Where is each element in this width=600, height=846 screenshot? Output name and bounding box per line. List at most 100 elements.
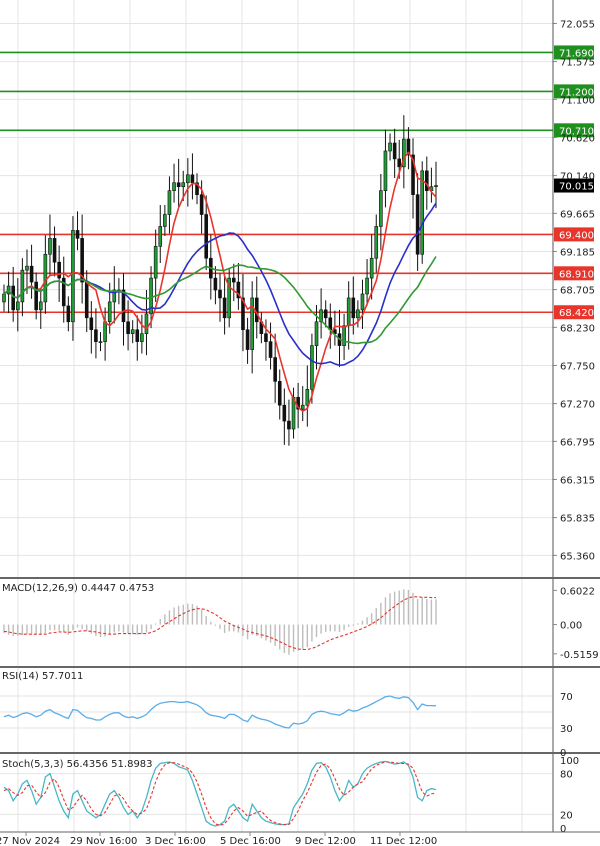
candle-body	[360, 293, 365, 311]
candle-body	[218, 289, 222, 299]
candle-body	[94, 329, 98, 342]
candle-body	[425, 170, 429, 191]
candle-body	[397, 158, 402, 168]
candle-body	[43, 253, 48, 303]
candle-body	[11, 285, 15, 311]
stoch-tick-label: 100	[560, 756, 579, 767]
rsi-tick-label: 30	[560, 724, 573, 735]
candle-body	[52, 238, 57, 263]
price-tick-label: 65.360	[560, 551, 595, 562]
time-tick-label: 11 Dec 12:00	[370, 836, 437, 846]
candle-body	[34, 281, 38, 311]
price-tick-label: 66.795	[560, 437, 595, 448]
indicator-panes: 0.60220.00-0.51597030010080200	[0, 577, 600, 835]
time-tick-label: 5 Dec 16:00	[220, 836, 281, 846]
candle-body	[158, 226, 163, 247]
macd-label: MACD(12,26,9) 0.4447 0.4753	[2, 583, 154, 594]
candle-body	[38, 301, 43, 311]
candle-body	[121, 289, 126, 323]
candle-body	[172, 182, 176, 191]
price-chart[interactable]: 71.69071.20070.71069.40068.91068.420 72.…	[0, 0, 600, 846]
candle-body	[66, 305, 71, 323]
candle-body	[176, 182, 181, 188]
time-tick-label: 3 Dec 16:00	[145, 836, 206, 846]
candle-body	[300, 404, 305, 410]
macd-tick-label: 0.00	[560, 621, 582, 632]
candle-body	[342, 325, 346, 346]
candle-body	[231, 277, 236, 283]
price-tick-label: 68.230	[560, 323, 595, 334]
candle-body	[71, 230, 75, 323]
candle-body	[57, 261, 61, 279]
candle-body	[186, 174, 190, 184]
candle-body	[392, 142, 397, 160]
stoch-label: Stoch(5,3,3) 56.4356 51.8983	[2, 759, 153, 770]
candle-body	[310, 345, 314, 390]
candle-body	[204, 214, 209, 259]
stoch-tick-label: 0	[560, 824, 566, 835]
price-tick-label: 69.185	[560, 247, 595, 258]
candle-body	[282, 404, 287, 422]
candle-body	[2, 293, 6, 303]
candle-body	[29, 265, 34, 283]
horizontal-levels: 71.69071.20070.71069.40068.91068.420	[0, 45, 594, 320]
rsi-label: RSI(14) 57.7011	[2, 671, 83, 682]
price-tick-label: 69.665	[560, 209, 595, 220]
candle-body	[305, 389, 310, 406]
candle-body	[107, 301, 112, 323]
price-tick-label: 68.705	[560, 286, 595, 297]
candle-body	[153, 246, 158, 279]
candle-body	[356, 309, 360, 319]
candle-body	[277, 381, 282, 406]
indicator-labels: MACD(12,26,9) 0.4447 0.4753 RSI(14) 57.7…	[2, 583, 154, 770]
current-price-label: 70.015	[559, 182, 594, 193]
candle-body	[140, 333, 144, 342]
candle-body	[167, 190, 172, 215]
level-tag-label: 68.420	[559, 308, 594, 319]
candle-body	[287, 420, 291, 430]
candle-body	[144, 313, 149, 334]
candle-body	[314, 321, 319, 346]
candle-body	[273, 357, 277, 382]
candle-body	[254, 297, 259, 323]
price-tick-label: 67.270	[560, 400, 595, 411]
candle-body	[383, 150, 388, 191]
price-tick-label: 67.750	[560, 361, 595, 372]
price-tick-label: 66.315	[560, 475, 595, 486]
candle-body	[89, 317, 94, 331]
candle-body	[365, 277, 369, 295]
candle-body	[346, 297, 351, 327]
price-tick-label: 65.835	[560, 514, 595, 525]
time-tick-label: 27 Nov 2024	[0, 836, 60, 846]
candle-body	[388, 142, 392, 152]
candle-body	[130, 329, 135, 334]
candle-body	[84, 281, 89, 319]
candle-body	[213, 277, 218, 291]
candle-body	[420, 170, 425, 255]
candle-body	[323, 309, 328, 319]
time-axis: 27 Nov 2024 29 Nov 16:00 3 Dec 16:00 5 Dec …	[0, 831, 600, 846]
price-tick-label: 71.575	[560, 58, 595, 69]
candle-body	[15, 301, 20, 311]
candle-body	[103, 321, 107, 342]
candle-body	[264, 333, 268, 342]
candle-body	[135, 329, 140, 342]
level-tag-label: 68.910	[559, 269, 594, 280]
candle-body	[48, 238, 52, 255]
candle-body	[434, 185, 438, 188]
macd-tick-label: 0.6022	[560, 586, 595, 597]
candle-body	[98, 341, 103, 343]
candle-body	[199, 194, 204, 215]
candle-body	[245, 329, 250, 350]
candle-body	[379, 190, 383, 227]
time-tick-label: 9 Dec 12:00	[295, 836, 356, 846]
price-tick-label: 72.055	[560, 19, 595, 30]
candlesticks	[2, 115, 438, 446]
candle-body	[369, 257, 374, 279]
candle-body	[374, 226, 379, 259]
time-tick-label: 29 Nov 16:00	[70, 836, 137, 846]
candle-body	[181, 182, 186, 188]
stoch-k-line	[3, 760, 437, 827]
candle-body	[351, 297, 356, 319]
candle-body	[126, 321, 130, 334]
